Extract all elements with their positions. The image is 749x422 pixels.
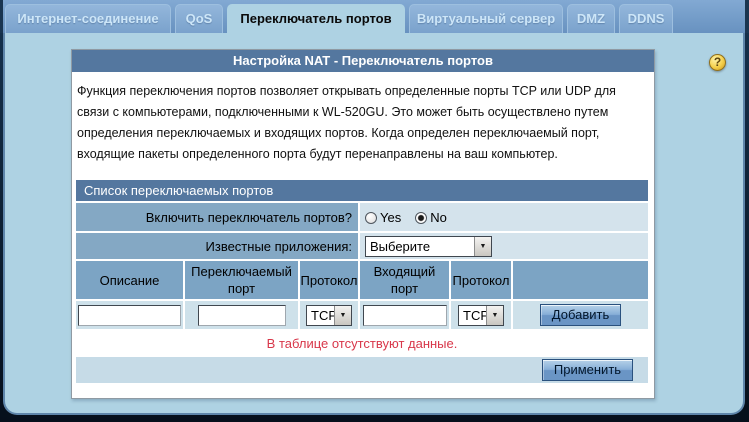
trigger-protocol-cell: TCP ▼ xyxy=(300,301,358,329)
radio-no-option[interactable]: No xyxy=(415,210,447,225)
column-header-actions xyxy=(513,261,649,299)
tab-qos[interactable]: QoS xyxy=(175,4,223,33)
section-header-row: Список переключаемых портов xyxy=(76,180,649,201)
help-icon[interactable]: ? xyxy=(709,54,726,71)
trigger-protocol-value: TCP xyxy=(311,307,334,323)
settings-panel: Настройка NAT - Переключатель портов Фун… xyxy=(71,49,655,399)
page-description: Функция переключения портов позволяет от… xyxy=(77,84,616,161)
description-input[interactable] xyxy=(78,304,181,326)
tab-bar: Интернет-соединение QoS Переключатель по… xyxy=(0,0,749,33)
radio-yes-label: Yes xyxy=(380,209,402,225)
description-cell xyxy=(76,301,183,329)
known-apps-value-cell: Выберите ▼ xyxy=(360,233,649,259)
known-apps-select[interactable]: Выберите ▼ xyxy=(365,235,492,257)
radio-yes[interactable] xyxy=(365,211,377,224)
new-entry-row: TCP ▼ TCP ▼ Добавить xyxy=(76,301,649,329)
section-header: Список переключаемых портов xyxy=(76,180,649,201)
known-apps-row: Известные приложения: Выберите ▼ xyxy=(76,233,649,259)
port-trigger-table: Список переключаемых портов Включить пер… xyxy=(74,178,650,385)
incoming-protocol-cell: TCP ▼ xyxy=(451,301,511,329)
tab-dmz[interactable]: DMZ xyxy=(567,4,615,33)
empty-state-row: В таблице отсутствуют данные. xyxy=(76,331,649,355)
column-header-protocol-1: Протокол xyxy=(300,261,358,299)
tab-internet-connection[interactable]: Интернет-соединение xyxy=(5,4,171,33)
apply-button-cell: Применить xyxy=(76,357,649,383)
column-header-protocol-2: Протокол xyxy=(451,261,511,299)
trigger-protocol-select[interactable]: TCP ▼ xyxy=(306,304,352,326)
tab-ddns[interactable]: DDNS xyxy=(619,4,673,33)
radio-no-label: No xyxy=(430,209,447,225)
page-title: Настройка NAT - Переключатель портов xyxy=(72,50,654,72)
incoming-port-input[interactable] xyxy=(362,304,447,326)
incoming-port-cell xyxy=(360,301,449,329)
column-header-incoming-port: Входящий порт xyxy=(360,261,449,299)
chevron-down-icon: ▼ xyxy=(474,236,491,256)
radio-no[interactable] xyxy=(415,211,428,224)
column-header-trigger-port: Переключаемый порт xyxy=(185,261,298,299)
tab-port-trigger[interactable]: Переключатель портов xyxy=(227,4,405,33)
add-button[interactable]: Добавить xyxy=(539,304,622,326)
page-background: ? Настройка NAT - Переключатель портов Ф… xyxy=(3,33,745,415)
chevron-down-icon: ▼ xyxy=(334,305,351,325)
trigger-port-cell xyxy=(185,301,298,329)
trigger-port-input[interactable] xyxy=(197,304,286,326)
incoming-protocol-value: TCP xyxy=(463,307,486,323)
add-button-cell: Добавить xyxy=(513,301,649,329)
tab-virtual-server[interactable]: Виртуальный сервер xyxy=(409,4,563,33)
chevron-down-icon: ▼ xyxy=(486,305,503,325)
enable-trigger-value-cell: Yes No xyxy=(360,203,649,231)
apply-row: Применить xyxy=(76,357,649,383)
enable-trigger-label: Включить переключатель портов? xyxy=(76,203,358,231)
column-header-row: Описание Переключаемый порт Протокол Вхо… xyxy=(76,261,649,299)
empty-table-message: В таблице отсутствуют данные. xyxy=(76,331,649,355)
known-apps-selected-value: Выберите xyxy=(370,238,431,254)
radio-yes-option[interactable]: Yes xyxy=(365,210,401,225)
column-header-description: Описание xyxy=(76,261,183,299)
apply-button[interactable]: Применить xyxy=(541,359,634,381)
incoming-protocol-select[interactable]: TCP ▼ xyxy=(458,304,504,326)
known-apps-label: Известные приложения: xyxy=(76,233,358,259)
enable-trigger-row: Включить переключатель портов? Yes No xyxy=(76,203,649,231)
